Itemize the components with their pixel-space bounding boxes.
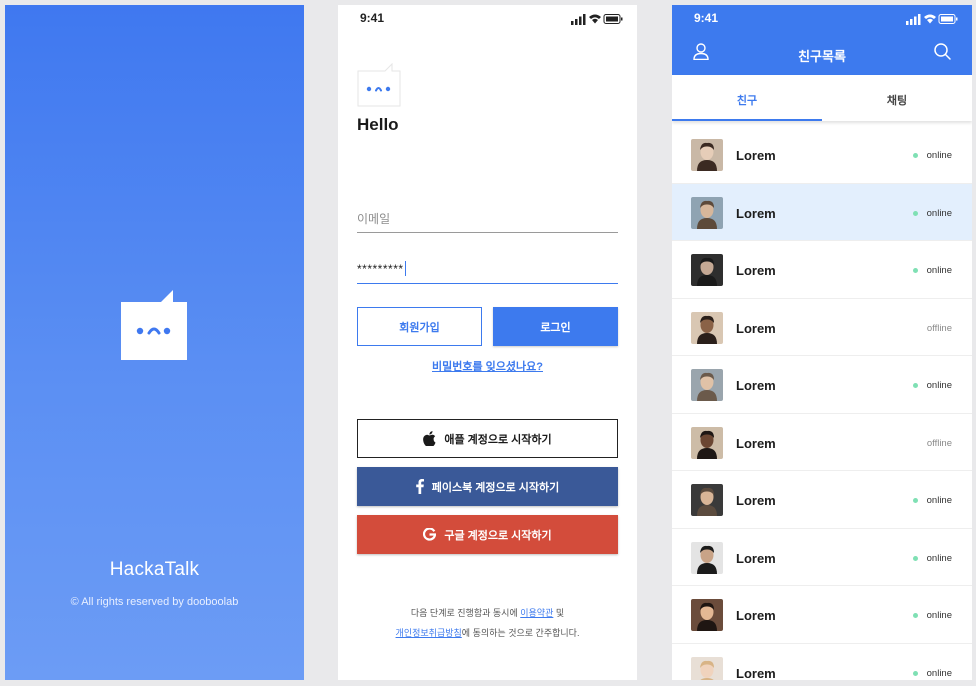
app-logo-icon bbox=[121, 290, 187, 360]
avatar bbox=[691, 541, 723, 574]
online-indicator-icon bbox=[913, 153, 918, 158]
friend-status: online bbox=[926, 667, 952, 679]
online-indicator-icon bbox=[913, 268, 918, 273]
privacy-policy-link[interactable]: 개인정보취급방침 bbox=[396, 628, 462, 638]
apple-signin-button[interactable]: 애플 계정으로 시작하기 bbox=[357, 419, 618, 458]
avatar bbox=[691, 254, 723, 286]
friend-status: online bbox=[926, 552, 952, 564]
friend-list-screen: 9:41 친구목록 친구 채팅 Lorem online Lorem onlin… bbox=[672, 5, 972, 680]
password-field[interactable]: ********* bbox=[357, 256, 618, 284]
friend-list: Lorem online Lorem online Lorem online Lorem of… bbox=[672, 126, 972, 680]
google-signin-label: 구글 계정으로 시작하기 bbox=[444, 529, 552, 542]
friend-status: online bbox=[926, 380, 952, 391]
friend-name: Lorem bbox=[736, 435, 776, 451]
privacy-suffix: 에 동의하는 것으로 간주합니다. bbox=[461, 628, 580, 638]
google-signin-button[interactable]: 구글 계정으로 시작하기 bbox=[357, 515, 618, 554]
app-logo-icon bbox=[357, 63, 401, 107]
terms-suffix: 및 bbox=[553, 608, 565, 618]
friend-name: Lorem bbox=[736, 378, 776, 393]
friend-name: Lorem bbox=[736, 550, 776, 566]
status-time: 9:41 bbox=[694, 11, 719, 25]
friend-row[interactable]: Lorem online bbox=[672, 643, 972, 681]
copyright-text: © All rights reserved by dooboolab bbox=[70, 596, 239, 608]
online-indicator-icon bbox=[913, 670, 918, 676]
password-value: ********* bbox=[357, 262, 404, 276]
signup-button[interactable]: 회원가입 bbox=[357, 307, 482, 346]
tab-friends[interactable]: 친구 bbox=[672, 75, 822, 121]
avatar bbox=[691, 196, 723, 229]
friend-name: Lorem bbox=[736, 263, 776, 278]
email-placeholder: 이메일 bbox=[357, 212, 391, 226]
avatar bbox=[691, 656, 723, 680]
avatar bbox=[691, 311, 723, 344]
google-icon bbox=[423, 528, 437, 541]
facebook-signin-label: 페이스북 계정으로 시작하기 bbox=[431, 481, 560, 494]
avatar bbox=[691, 369, 723, 401]
app-header: 9:41 친구목록 bbox=[672, 5, 972, 75]
friend-status: online bbox=[926, 207, 952, 219]
facebook-signin-button[interactable]: 페이스북 계정으로 시작하기 bbox=[357, 467, 618, 506]
friend-name: Lorem bbox=[736, 608, 776, 623]
friend-row[interactable]: Lorem offline bbox=[672, 413, 972, 471]
app-name: HackaTalk bbox=[109, 559, 200, 580]
status-bar: 9:41 bbox=[338, 5, 637, 33]
login-screen: 9:41 Hello 이메일 ********* 회원가입 로그인 비밀번호를 … bbox=[338, 5, 637, 680]
friend-status: online bbox=[926, 265, 952, 276]
friend-status: online bbox=[926, 150, 952, 161]
online-indicator-icon bbox=[913, 210, 918, 216]
terms-prefix: 다음 단계로 진행함과 동시에 bbox=[410, 608, 521, 618]
apple-signin-label: 애플 계정으로 시작하기 bbox=[444, 433, 552, 446]
tab-chat[interactable]: 채팅 bbox=[822, 75, 972, 121]
facebook-icon bbox=[415, 479, 424, 494]
friend-row[interactable]: Lorem online bbox=[672, 586, 972, 644]
friend-row[interactable]: Lorem online bbox=[672, 183, 972, 241]
terms-line-2: 개인정보취급방침에 동의하는 것으로 간주합니다. bbox=[338, 623, 637, 643]
terms-of-service-link[interactable]: 이용약관 bbox=[520, 608, 553, 618]
avatar bbox=[691, 139, 723, 171]
greeting-title: Hello bbox=[357, 115, 399, 134]
search-icon[interactable] bbox=[934, 43, 951, 60]
friend-name: Lorem bbox=[736, 665, 776, 681]
friend-status: offline bbox=[926, 437, 952, 449]
email-field[interactable]: 이메일 bbox=[357, 205, 618, 233]
tab-bar: 친구 채팅 bbox=[672, 75, 972, 121]
text-cursor bbox=[404, 261, 407, 276]
friend-row[interactable]: Lorem online bbox=[672, 471, 972, 529]
avatar bbox=[691, 484, 723, 516]
status-icons bbox=[571, 14, 623, 25]
online-indicator-icon bbox=[913, 498, 918, 503]
terms-notice: 다음 단계로 진행함과 동시에 이용약관 및 개인정보취급방침에 동의하는 것으… bbox=[338, 603, 637, 643]
status-time: 9:41 bbox=[360, 11, 385, 25]
online-indicator-icon bbox=[913, 555, 918, 561]
friend-row[interactable]: Lorem online bbox=[672, 356, 972, 414]
login-button[interactable]: 로그인 bbox=[493, 307, 618, 346]
friend-row[interactable]: Lorem online bbox=[672, 126, 972, 184]
online-indicator-icon bbox=[913, 613, 918, 618]
forgot-password-link[interactable]: 비밀번호를 잊으셨나요? bbox=[338, 358, 637, 374]
terms-line-1: 다음 단계로 진행함과 동시에 이용약관 및 bbox=[338, 603, 637, 623]
friend-name: Lorem bbox=[736, 148, 776, 163]
friend-status: offline bbox=[926, 322, 952, 334]
status-bar: 9:41 bbox=[672, 5, 972, 33]
friend-row[interactable]: Lorem offline bbox=[672, 298, 972, 356]
avatar bbox=[691, 426, 723, 459]
friend-name: Lorem bbox=[736, 493, 776, 508]
friend-row[interactable]: Lorem online bbox=[672, 528, 972, 586]
friend-row[interactable]: Lorem online bbox=[672, 241, 972, 299]
status-icons bbox=[906, 14, 958, 25]
page-title: 친구목록 bbox=[798, 49, 846, 64]
apple-icon bbox=[423, 431, 436, 446]
friend-name: Lorem bbox=[736, 205, 776, 221]
avatar bbox=[691, 599, 723, 631]
online-indicator-icon bbox=[913, 383, 918, 388]
friend-status: online bbox=[926, 495, 952, 506]
splash-screen: HackaTalk © All rights reserved by doobo… bbox=[5, 5, 304, 680]
friend-name: Lorem bbox=[736, 320, 776, 336]
friend-status: online bbox=[926, 610, 952, 621]
